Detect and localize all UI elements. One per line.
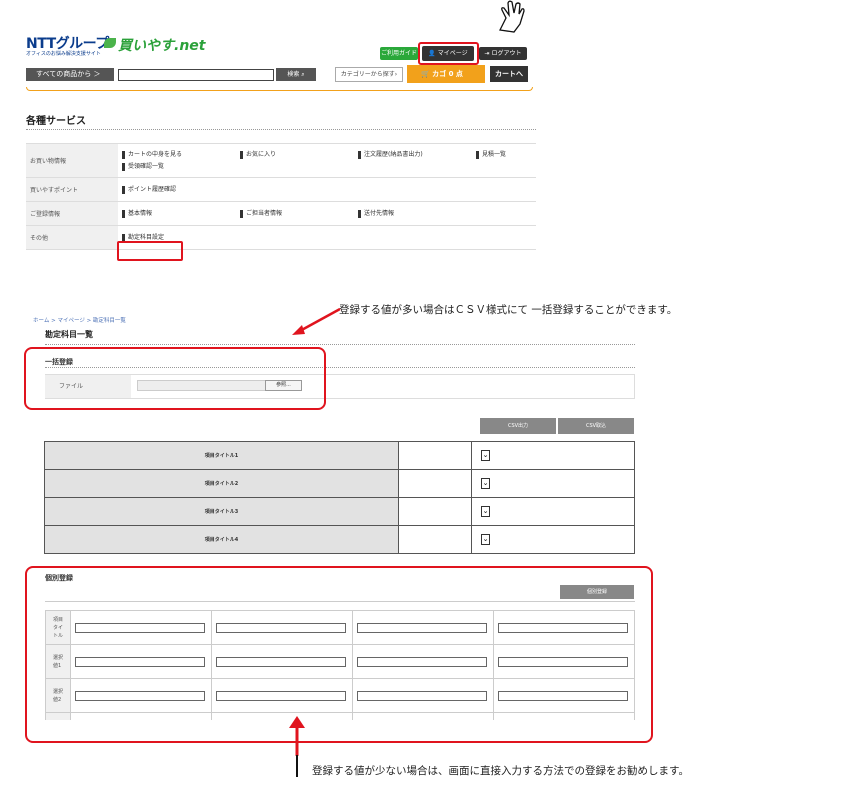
link-receipts[interactable]: 受領確認一覧 (122, 162, 240, 171)
account-settings-highlight (117, 241, 183, 261)
go-to-cart-button[interactable]: カートへ (490, 66, 528, 82)
divider (45, 344, 635, 345)
search-label: 検索 (287, 71, 300, 78)
bulk-highlight (24, 347, 326, 410)
logout-label: ログアウト (491, 50, 522, 57)
select-dropdown[interactable]: ⌄ (481, 450, 490, 461)
link-order-history[interactable]: 注文履歴(納品書出力) (358, 150, 476, 159)
item-title-label: 項目タイトル2 (44, 469, 399, 498)
item-title-label: 項目タイトル1 (44, 441, 399, 470)
cart-count: カゴ 0 点 (432, 70, 463, 78)
select-dropdown[interactable]: ⌄ (481, 478, 490, 489)
link-estimates[interactable]: 見積一覧 (476, 150, 526, 159)
row-head-other: その他 (26, 225, 118, 250)
brand-logo[interactable]: 買いやす.net (118, 35, 205, 55)
select-dropdown[interactable]: ⌄ (481, 506, 490, 517)
services-title: 各種サービス (26, 116, 86, 127)
row-head-shopping: お買い物情報 (26, 143, 118, 178)
cart-count-button[interactable]: 🛒 カゴ 0 点 (407, 65, 485, 83)
leaf-icon (104, 38, 116, 48)
row-head-points: 買いやすポイント (26, 177, 118, 202)
link-favorites[interactable]: お気に入り (240, 150, 358, 159)
logo-subtitle: オフィスのお悩み解決支援サイト (26, 51, 101, 57)
bulk-note: 登録する値が多い場合はＣＳＶ様式にて 一括登録することができます。 (339, 304, 678, 316)
value-cell (398, 469, 472, 498)
category-button[interactable]: カテゴリーから探す› (335, 67, 403, 82)
all-products-dropdown[interactable]: すべての商品から ＞ (26, 68, 114, 81)
arrow-up-icon (289, 716, 305, 756)
link-contact-info[interactable]: ご担当者情報 (240, 209, 358, 218)
link-basic-info[interactable]: 基本情報 (122, 209, 240, 218)
csv-export-button[interactable]: CSV出力 (480, 418, 556, 434)
chevron-down-icon: ⌄ (482, 479, 489, 487)
page-title: 勘定科目一覧 (45, 330, 93, 339)
chevron-right-icon: › (394, 71, 398, 78)
chevron-down-icon: ⌄ (482, 535, 489, 543)
value-cell (398, 441, 472, 470)
item-title-label: 項目タイトル4 (44, 525, 399, 554)
logout-button[interactable]: ⇥ ログアウト (479, 47, 527, 60)
link-points-history[interactable]: ポイント履歴確認 (122, 185, 240, 194)
services-table: お買い物情報 カートの中身を見る お気に入り 注文履歴(納品書出力) 見積一覧 受領確… (26, 143, 536, 250)
mypage-highlight (418, 42, 479, 65)
select-dropdown[interactable]: ⌄ (481, 534, 490, 545)
item-title-table: 項目タイトル1 ⌄ 項目タイトル2 ⌄ 項目タイトル3 ⌄ 項目タイトル4 ⌄ (44, 441, 635, 554)
value-cell (398, 525, 472, 554)
guide-button[interactable]: ご利用ガイド (380, 47, 418, 60)
category-label: カテゴリーから探す (340, 71, 395, 78)
breadcrumb[interactable]: ホーム > マイページ > 勘定科目一覧 (33, 316, 126, 324)
arrow-icon (292, 307, 341, 335)
search-button[interactable]: 検索 ⌕ (276, 68, 316, 81)
link-shipping-info[interactable]: 送付先情報 (358, 209, 476, 218)
divider (26, 129, 536, 130)
item-title-label: 項目タイトル3 (44, 497, 399, 526)
individual-highlight (25, 566, 653, 743)
header-divider (26, 87, 533, 91)
note-marker (296, 755, 298, 777)
link-cart[interactable]: カートの中身を見る (122, 150, 240, 159)
cart-icon: 🛒 (421, 70, 433, 78)
value-cell (398, 497, 472, 526)
chevron-down-icon: ⌄ (482, 507, 489, 515)
pointing-hand-icon (499, 0, 525, 33)
csv-import-button[interactable]: CSV取込 (558, 418, 634, 434)
individual-note: 登録する値が少ない場合は、画面に直接入力する方法での登録をお勧めします。 (312, 765, 689, 777)
chevron-down-icon: ⌄ (482, 451, 489, 459)
row-head-registration: ご登録情報 (26, 201, 118, 226)
search-icon: ⌕ (301, 71, 305, 78)
search-input[interactable] (118, 69, 274, 81)
